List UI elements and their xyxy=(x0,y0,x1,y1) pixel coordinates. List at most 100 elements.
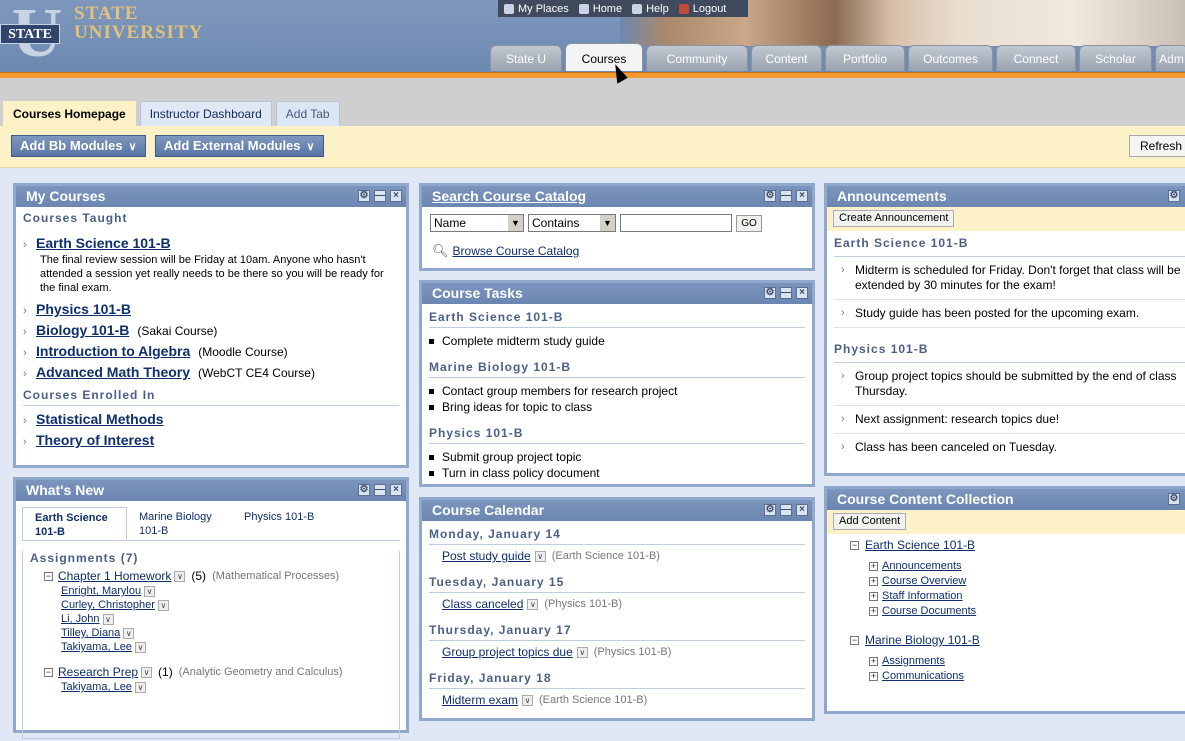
add-content-button[interactable]: Add Content xyxy=(833,513,907,530)
event-course: (Physics 101-B) xyxy=(593,646,672,658)
gear-icon[interactable]: ⚙ xyxy=(764,287,776,299)
gear-icon[interactable]: ⚙ xyxy=(764,504,776,516)
minimize-icon[interactable]: — xyxy=(374,190,386,202)
event-link[interactable]: Midterm exam xyxy=(442,693,518,707)
course-link[interactable]: Introduction to Algebra xyxy=(36,343,190,359)
gear-icon[interactable]: ⚙ xyxy=(1168,493,1180,505)
student-link[interactable]: Curley, Christopher xyxy=(61,599,155,611)
student-link[interactable]: Li, John xyxy=(61,613,100,625)
course-link[interactable]: Theory of Interest xyxy=(36,432,154,448)
whats-new-tab[interactable]: Physics 101-B xyxy=(232,507,337,540)
tab-portfolio[interactable]: Portfolio xyxy=(825,45,905,71)
gear-icon[interactable]: ⚙ xyxy=(358,190,370,202)
tab-connect[interactable]: Connect xyxy=(996,45,1076,71)
course-link[interactable]: Physics 101-B xyxy=(36,301,131,317)
expand-icon[interactable]: + xyxy=(869,606,878,616)
dropdown-icon[interactable]: ∨ xyxy=(534,550,546,562)
minimize-icon[interactable]: — xyxy=(780,190,792,202)
home-link[interactable]: Home xyxy=(593,3,622,15)
tab-outcomes[interactable]: Outcomes xyxy=(908,45,993,71)
collapse-icon[interactable]: − xyxy=(44,667,53,677)
expand-icon[interactable]: + xyxy=(869,576,878,586)
event-link[interactable]: Post study guide xyxy=(442,549,531,563)
tab-state-u[interactable]: State U xyxy=(490,45,562,71)
student-link[interactable]: Takiyama, Lee xyxy=(61,681,132,693)
dropdown-icon[interactable]: ∨ xyxy=(174,570,186,582)
dropdown-icon[interactable]: ∨ xyxy=(134,681,146,693)
close-icon[interactable]: × xyxy=(390,484,402,496)
content-course: − Marine Biology 101-B xyxy=(827,629,1185,647)
add-tab-button[interactable]: Add Tab xyxy=(275,101,340,126)
folder-link[interactable]: Course Overview xyxy=(882,575,966,587)
close-icon[interactable]: × xyxy=(796,190,808,202)
student-row: Enright, Marylou ∨ xyxy=(30,585,392,597)
dropdown-icon[interactable]: ∨ xyxy=(134,641,146,653)
whats-new-tab[interactable]: Marine Biology 101-B xyxy=(127,507,232,540)
student-link[interactable]: Tilley, Diana xyxy=(61,627,120,639)
browse-catalog-link[interactable]: Browse Course Catalog xyxy=(453,244,580,258)
dropdown-icon[interactable]: ∨ xyxy=(102,613,114,625)
folder-link[interactable]: Assignments xyxy=(882,655,945,667)
dropdown-icon[interactable]: ∨ xyxy=(157,599,169,611)
folder-link[interactable]: Communications xyxy=(882,670,964,682)
close-icon[interactable]: × xyxy=(796,504,808,516)
event-link[interactable]: Group project topics due xyxy=(442,645,573,659)
operator-select[interactable]: Contains ▼ xyxy=(528,214,616,232)
add-external-modules-button[interactable]: Add External Modules ∨ xyxy=(155,135,324,157)
tab-scholar[interactable]: Scholar xyxy=(1079,45,1152,71)
search-catalog-title[interactable]: Search Course Catalog xyxy=(432,188,586,204)
dropdown-icon[interactable]: ∨ xyxy=(576,646,588,658)
subtab-instructor-dashboard[interactable]: Instructor Dashboard xyxy=(139,101,272,126)
student-link[interactable]: Takiyama, Lee xyxy=(61,641,132,653)
content-course-link[interactable]: Earth Science 101-B xyxy=(865,538,975,552)
course-link[interactable]: Statistical Methods xyxy=(36,411,164,427)
gear-icon[interactable]: ⚙ xyxy=(358,484,370,496)
course-tasks-header: Course Tasks ⚙ — × xyxy=(422,283,812,304)
expand-icon[interactable]: + xyxy=(869,591,878,601)
subtab-courses-homepage[interactable]: Courses Homepage xyxy=(3,101,136,126)
tab-courses[interactable]: Courses xyxy=(565,43,643,71)
minimize-icon[interactable]: — xyxy=(780,504,792,516)
search-input[interactable] xyxy=(620,214,732,232)
tab-admin[interactable]: Adm xyxy=(1155,45,1185,71)
dropdown-icon[interactable]: ∨ xyxy=(141,666,153,678)
create-announcement-button[interactable]: Create Announcement xyxy=(833,210,955,227)
dropdown-icon[interactable]: ∨ xyxy=(522,694,534,706)
tab-content[interactable]: Content xyxy=(751,45,822,71)
close-icon[interactable]: × xyxy=(390,190,402,202)
folder-link[interactable]: Staff Information xyxy=(882,590,963,602)
expand-icon[interactable]: + xyxy=(869,671,878,681)
expand-icon[interactable]: + xyxy=(869,561,878,571)
content-course-link[interactable]: Marine Biology 101-B xyxy=(865,633,980,647)
close-icon[interactable]: × xyxy=(796,287,808,299)
course-link[interactable]: Advanced Math Theory xyxy=(36,364,190,380)
event-link[interactable]: Class canceled xyxy=(442,597,523,611)
refresh-button[interactable]: Refresh xyxy=(1129,135,1185,157)
add-bb-modules-button[interactable]: Add Bb Modules ∨ xyxy=(11,135,146,157)
whats-new-tab[interactable]: Earth Science 101-B xyxy=(22,507,127,540)
dropdown-icon[interactable]: ∨ xyxy=(527,598,539,610)
assignment-link[interactable]: Chapter 1 Homework xyxy=(58,569,171,583)
go-button[interactable]: GO xyxy=(736,214,762,232)
gear-icon[interactable]: ⚙ xyxy=(1168,190,1180,202)
folder-link[interactable]: Course Documents xyxy=(882,605,976,617)
student-link[interactable]: Enright, Marylou xyxy=(61,585,141,597)
dropdown-icon[interactable]: ∨ xyxy=(123,627,135,639)
help-link[interactable]: Help xyxy=(646,3,669,15)
tab-community[interactable]: Community xyxy=(646,45,748,71)
minimize-icon[interactable]: — xyxy=(780,287,792,299)
collapse-icon[interactable]: − xyxy=(850,635,859,645)
folder-link[interactable]: Announcements xyxy=(882,560,962,572)
gear-icon[interactable]: ⚙ xyxy=(764,190,776,202)
collapse-icon[interactable]: − xyxy=(44,571,53,581)
assignment-link[interactable]: Research Prep xyxy=(58,665,138,679)
collapse-icon[interactable]: − xyxy=(850,540,859,550)
logout-link[interactable]: Logout xyxy=(693,3,727,15)
course-link[interactable]: Biology 101-B xyxy=(36,322,129,338)
expand-icon[interactable]: + xyxy=(869,656,878,666)
my-places-link[interactable]: My Places xyxy=(518,3,569,15)
course-link[interactable]: Earth Science 101-B xyxy=(36,235,171,251)
minimize-icon[interactable]: — xyxy=(374,484,386,496)
dropdown-icon[interactable]: ∨ xyxy=(144,585,156,597)
field-select[interactable]: Name ▼ xyxy=(430,214,524,232)
